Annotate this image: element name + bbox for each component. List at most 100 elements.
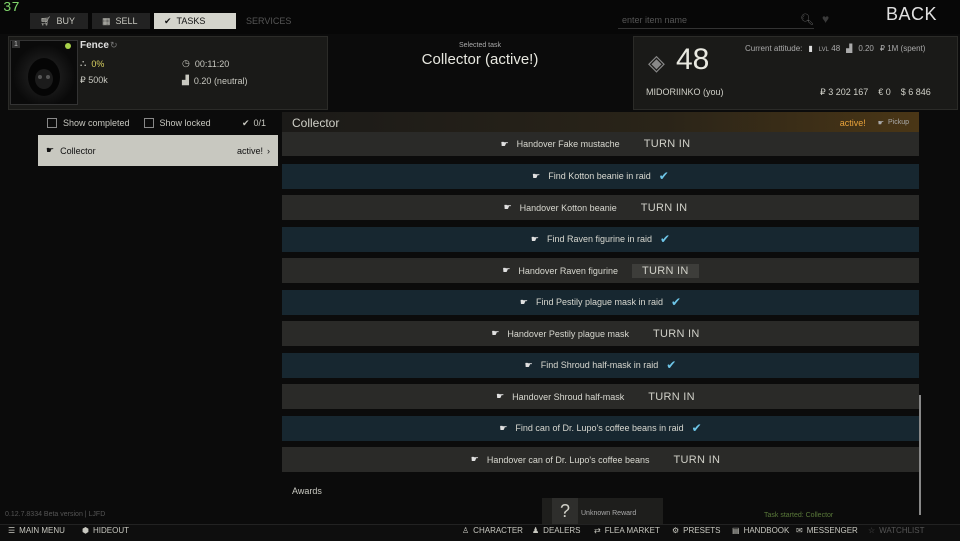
dealers-icon: ♟ xyxy=(532,526,540,535)
objective-text: Find Pestily plague mask in raid xyxy=(535,297,664,307)
turn-in-button[interactable]: TURN IN xyxy=(664,453,731,467)
fps-counter: 37 xyxy=(3,0,20,16)
hand-icon: ☛ xyxy=(519,296,528,307)
objective-row: ☛ Handover Shroud half-mask TURN IN xyxy=(282,384,919,409)
task-count-value: 0/1 xyxy=(253,118,266,128)
task-list-item-status: active! xyxy=(236,145,263,156)
hand-icon: ☛ xyxy=(491,328,500,338)
objective-text: Handover Pestily plague mask xyxy=(507,328,629,339)
messenger-button[interactable]: ✉ MESSENGER xyxy=(796,526,858,535)
objective-row: ☛ Find Pestily plague mask in raid ✔ xyxy=(282,289,919,315)
timer-value: 00:11:20 xyxy=(194,58,230,69)
objective-text: Handover Kotton beanie xyxy=(519,202,617,213)
search-icon[interactable]: 🔍︎ xyxy=(800,13,814,26)
show-completed-toggle[interactable]: Show completed xyxy=(47,118,130,128)
check-circle-icon: ✔ xyxy=(241,117,250,128)
cart-icon: 🛒︎ xyxy=(40,16,52,26)
pickup-hint: ☛ Pickup xyxy=(878,119,909,127)
tab-sell[interactable]: ▦ SELL xyxy=(92,13,150,29)
task-list-item[interactable]: ☛ Collector active! › xyxy=(38,135,278,166)
attitude-label: Current attitude: xyxy=(745,44,803,53)
hideout-button[interactable]: ⬢ HIDEOUT xyxy=(82,526,129,535)
presets-button[interactable]: ⚙ PRESETS xyxy=(672,526,721,535)
objective-text: Handover can of Dr. Lupo's coffee beans xyxy=(486,454,650,465)
show-locked-checkbox[interactable] xyxy=(143,118,154,128)
trader-reputation: ▟ 0.20 (neutral) xyxy=(182,75,247,86)
objective-row: ☛ Handover Raven figurine TURN IN xyxy=(282,258,919,283)
objective-text: Find can of Dr. Lupo's coffee beans in r… xyxy=(515,423,684,433)
task-list-item-name: Collector xyxy=(60,145,96,156)
tab-tasks-label: TASKS xyxy=(176,16,206,26)
selected-task-title: Collector (active!) xyxy=(421,51,539,68)
back-button[interactable]: BACK xyxy=(886,4,937,25)
character-button[interactable]: ♙ CHARACTER xyxy=(462,526,523,535)
flea-market-icon: ⇄ xyxy=(594,526,601,535)
objective-row: ☛ Handover Kotton beanie TURN IN xyxy=(282,195,919,220)
objective-row: ☛ Find Kotton beanie in raid ✔ xyxy=(282,163,919,189)
dealers-label: DEALERS xyxy=(543,526,581,535)
turn-in-button[interactable]: TURN IN xyxy=(634,137,701,151)
turn-in-button[interactable]: TURN IN xyxy=(643,327,710,341)
search-input[interactable]: enter item name xyxy=(618,11,814,29)
flea-market-button[interactable]: ⇄ FLEA MARKET xyxy=(594,526,660,535)
messenger-icon: ✉ xyxy=(796,526,803,535)
hideout-icon: ⬢ xyxy=(82,526,89,535)
main-menu-button[interactable]: ☰ MAIN MENU xyxy=(8,526,65,535)
character-label: CHARACTER xyxy=(473,526,523,535)
turn-in-button[interactable]: TURN IN xyxy=(631,263,699,278)
objective-text: Find Kotton beanie in raid xyxy=(548,171,651,181)
task-header-title: Collector xyxy=(292,115,340,130)
turn-in-button[interactable]: TURN IN xyxy=(631,201,698,215)
awards-label: Awards xyxy=(292,486,322,496)
character-icon: ♙ xyxy=(462,526,470,535)
selected-task-label: Selected task xyxy=(458,42,502,49)
heart-icon[interactable]: ♥ xyxy=(822,12,829,26)
attitude-lvl-prefix: LVL xyxy=(818,47,830,53)
unknown-reward-icon: ? xyxy=(552,498,578,524)
rank-icon: ◈ xyxy=(648,50,665,75)
hand-icon: ☛ xyxy=(532,170,541,181)
level-icon: ▮ xyxy=(808,44,813,53)
tab-buy[interactable]: 🛒︎ BUY xyxy=(30,13,88,29)
check-circle-icon: ✔ xyxy=(164,16,172,26)
hand-icon: ☛ xyxy=(496,391,505,401)
objective-text: Handover Raven figurine xyxy=(518,265,618,276)
loyalty-value: 0% xyxy=(91,58,105,69)
trader-money: ₽ 500k xyxy=(80,75,108,86)
currency-balances: ₽ 3 202 167 € 0 $ 6 846 xyxy=(820,87,931,98)
objectives-scrollbar[interactable] xyxy=(919,395,921,515)
version-label: 0.12.7.8334 Beta version | LJFD xyxy=(5,511,106,518)
main-menu-label: MAIN MENU xyxy=(19,526,65,535)
objective-row: ☛ Handover can of Dr. Lupo's coffee beans… xyxy=(282,447,919,472)
watchlist-label: WATCHLIST xyxy=(879,526,925,535)
watchlist-button[interactable]: ☆ WATCHLIST xyxy=(868,526,925,535)
tab-services[interactable]: SERVICES xyxy=(236,13,318,29)
show-locked-label: Show locked xyxy=(159,118,211,128)
hand-icon: ☛ xyxy=(500,138,509,149)
attitude-lvl-value: 48 xyxy=(831,44,841,53)
presets-label: PRESETS xyxy=(683,526,721,535)
flea-market-label: FLEA MARKET xyxy=(604,526,660,535)
checkmark-icon: ✔ xyxy=(666,358,677,372)
trader-standing-level: 1 xyxy=(12,41,20,48)
trader-portrait[interactable] xyxy=(10,40,78,105)
dealers-button[interactable]: ♟ DEALERS xyxy=(532,526,581,535)
current-attitude: Current attitude: ▮ LVL 48 ▟ 0.20 ₽ 1M (… xyxy=(745,44,925,53)
handbook-label: HANDBOOK xyxy=(743,526,790,535)
sync-icon[interactable]: ↻ xyxy=(110,40,118,51)
messenger-label: MESSENGER xyxy=(806,526,858,535)
trader-money-value: ₽ 500k xyxy=(80,75,108,85)
tab-sell-label: SELL xyxy=(115,16,138,26)
task-notification: Task started: Collector xyxy=(764,512,834,519)
tab-buy-label: BUY xyxy=(56,16,75,26)
hand-icon: ☛ xyxy=(503,202,512,212)
turn-in-button[interactable]: TURN IN xyxy=(638,390,705,404)
show-locked-toggle[interactable]: Show locked xyxy=(143,118,211,128)
tab-tasks[interactable]: ✔ TASKS xyxy=(154,13,236,29)
handbook-button[interactable]: ▤ HANDBOOK xyxy=(732,526,789,535)
unknown-reward-label: Unknown Reward xyxy=(581,510,637,517)
show-completed-checkbox[interactable] xyxy=(47,118,57,128)
player-level: 48 xyxy=(676,43,710,76)
objective-text: Find Raven figurine in raid xyxy=(546,234,653,244)
hand-icon: ☛ xyxy=(877,119,884,127)
